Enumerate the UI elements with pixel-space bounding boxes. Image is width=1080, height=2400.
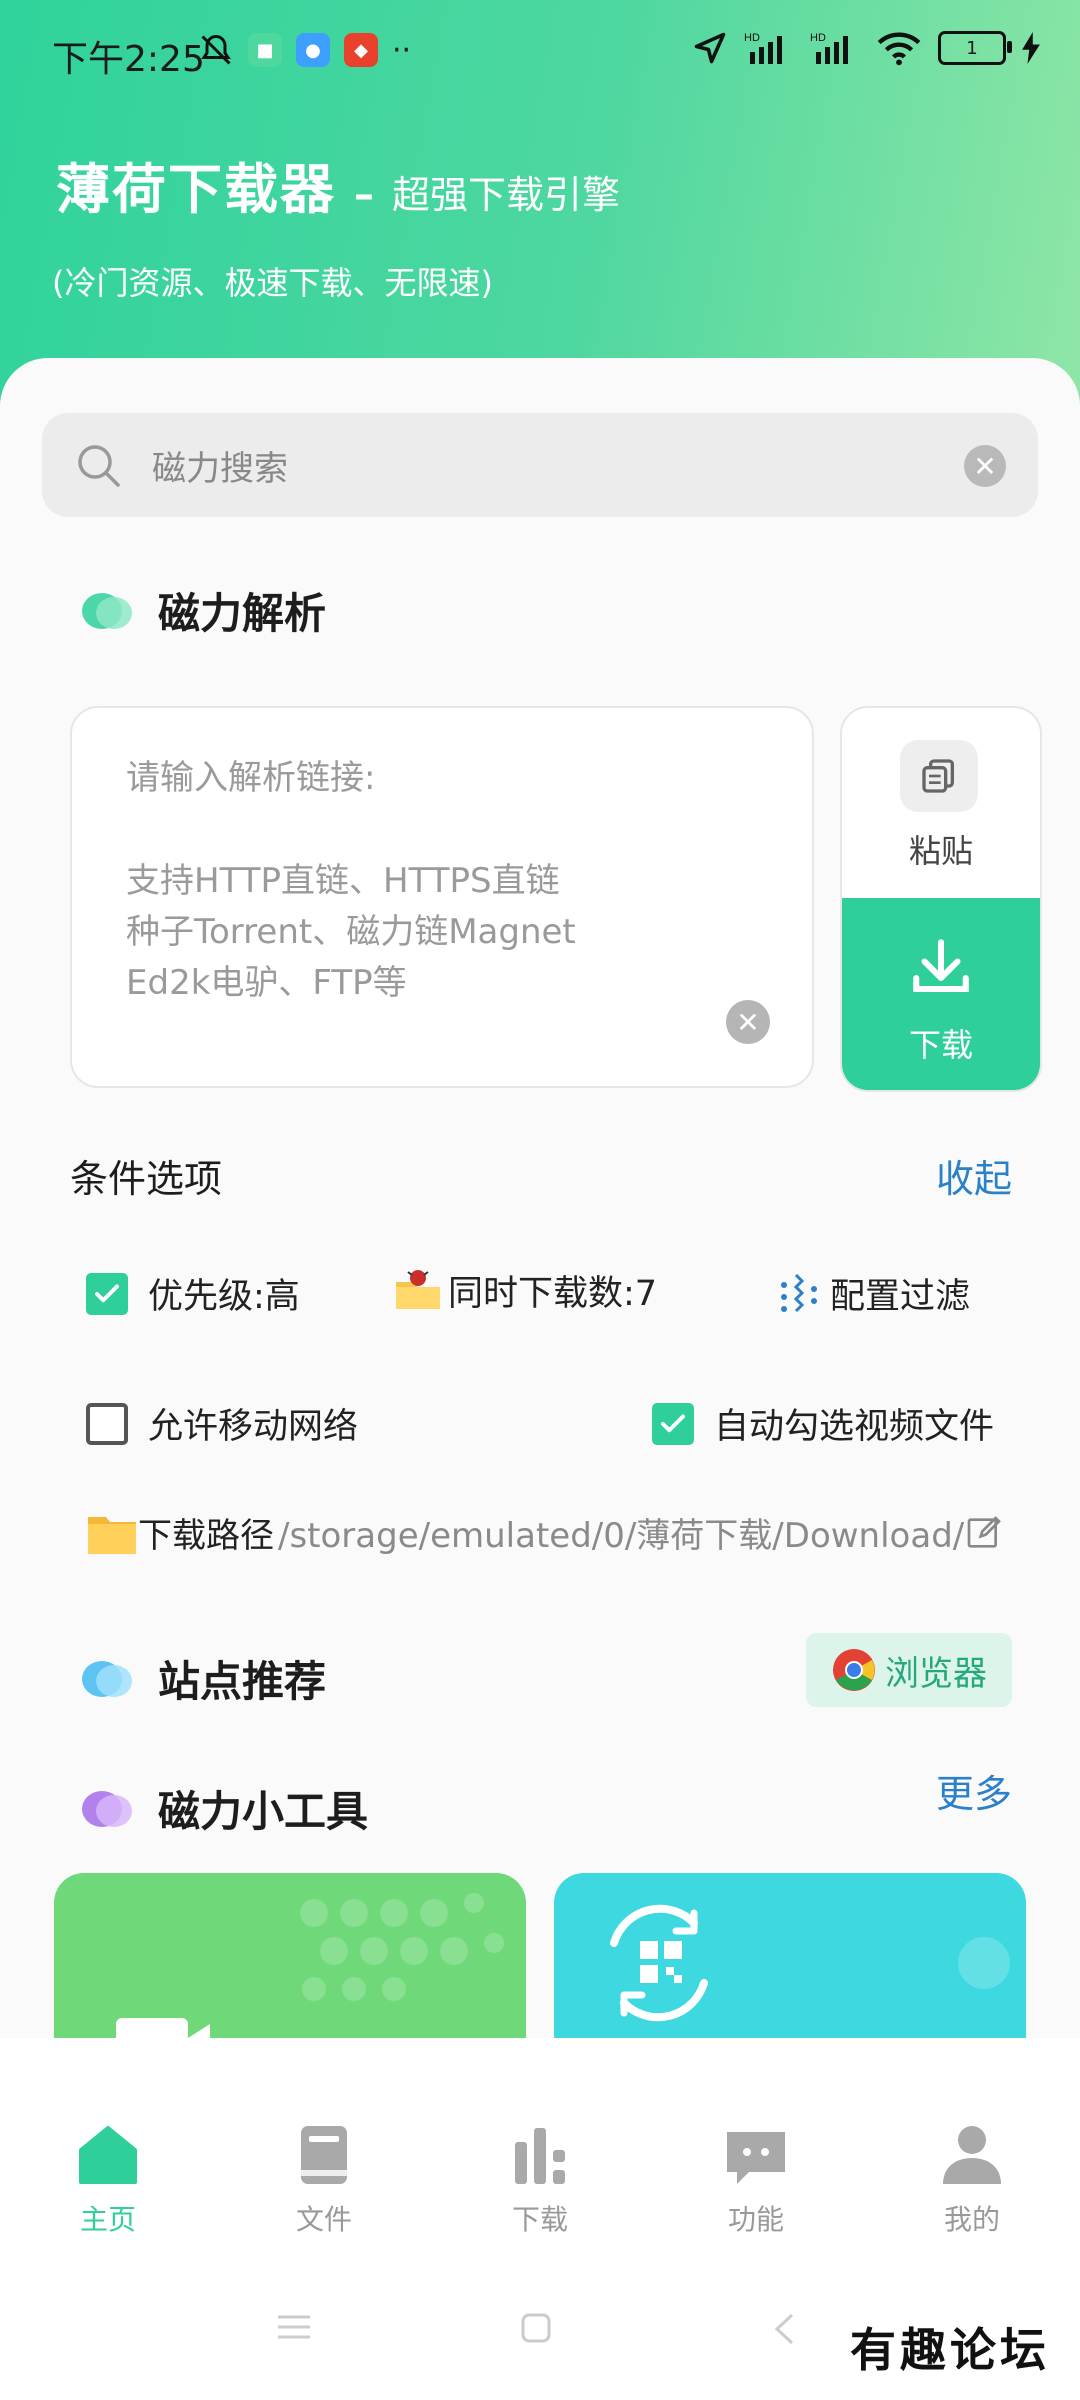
app-notification-icon-1: ■: [248, 33, 282, 67]
purple-blob-icon: [82, 1790, 132, 1827]
support-line: 种子Torrent、磁力链Magnet: [126, 912, 576, 952]
home-nav-icon[interactable]: [520, 2312, 552, 2344]
filter-label: 配置过滤: [830, 1277, 971, 1317]
menu-icon[interactable]: [276, 2312, 312, 2342]
path-label: 下载路径: [138, 1516, 274, 1556]
status-bar: 下午2:25 ■ ● ◆ ·· HD HD 1: [0, 0, 1080, 105]
charging-icon: [1022, 32, 1040, 64]
search-clear-icon[interactable]: ✕: [964, 445, 1006, 487]
signal-hd-icon-1: HD: [744, 32, 782, 64]
wifi-icon: [877, 32, 921, 66]
notification-icons: ■ ● ◆ ··: [198, 32, 411, 68]
section-title: 磁力小工具: [158, 1787, 369, 1836]
auto-select-checkbox[interactable]: [652, 1402, 694, 1445]
nav-label: 文件: [295, 2203, 352, 2236]
system-status: HD HD 1: [692, 30, 1040, 66]
download-icon: [913, 939, 969, 993]
link-input-area[interactable]: 请输入解析链接: 支持HTTP直链、HTTPS直链 种子Torrent、磁力链M…: [70, 706, 814, 1088]
home-icon: [79, 2126, 137, 2184]
svg-text:HD: HD: [744, 32, 760, 44]
app-title-row: 薄荷下载器 – 超强下载引擎: [56, 145, 620, 224]
nav-item-profile[interactable]: 我的: [864, 2038, 1080, 2238]
app-name: 薄荷下载器: [56, 158, 336, 221]
input-prompt: 请输入解析链接:: [126, 758, 376, 798]
blue-blob-icon: [82, 1660, 132, 1697]
paste-icon: [900, 740, 978, 812]
download-label: 下载: [908, 1026, 973, 1064]
priority-label: 优先级:高: [148, 1277, 300, 1317]
chrome-icon: [833, 1649, 875, 1691]
filter-icon: [781, 1273, 817, 1312]
app-notification-icon-2: ●: [296, 33, 330, 67]
sites-header: 站点推荐: [80, 1648, 326, 1709]
search-icon: [78, 445, 120, 487]
nav-label: 下载: [511, 2203, 568, 2236]
nav-item-downloads[interactable]: 下载: [432, 2038, 648, 2238]
signal-hd-icon-2: HD: [810, 32, 848, 64]
paste-button[interactable]: 粘贴: [842, 708, 1040, 898]
magnet-parse-header: 磁力解析: [80, 580, 326, 641]
back-icon[interactable]: [772, 2312, 796, 2346]
tools-header: 磁力小工具: [80, 1778, 368, 1839]
input-clear-icon[interactable]: ✕: [726, 1000, 770, 1044]
green-blob-icon: [82, 592, 132, 629]
title-dash: –: [354, 172, 374, 218]
bars-icon: [515, 2128, 565, 2184]
header-banner: 下午2:25 ■ ● ◆ ·· HD HD 1 薄荷下载器 – 超强下载引擎 (…: [0, 0, 1080, 420]
download-path-row[interactable]: 下载路径 /storage/emulated/0/薄荷下载/Download/: [86, 1508, 1004, 1557]
concurrent-option[interactable]: 同时下载数:7: [392, 1264, 657, 1316]
nav-item-home[interactable]: 主页: [0, 2038, 216, 2238]
search-input[interactable]: 磁力搜索: [152, 441, 288, 490]
collapse-link[interactable]: 收起: [936, 1148, 1012, 1203]
support-line: Ed2k电驴、FTP等: [126, 963, 407, 1003]
mute-bell-icon: [201, 34, 231, 65]
browser-label: 浏览器: [885, 1653, 987, 1694]
more-link[interactable]: 更多: [936, 1763, 1012, 1818]
auto-select-label: 自动勾选视频文件: [714, 1407, 995, 1447]
battery-icon: 1: [938, 31, 1012, 65]
location-icon: [694, 32, 726, 64]
section-title: 磁力解析: [158, 589, 327, 638]
mobile-network-checkbox[interactable]: [86, 1402, 128, 1445]
nav-label: 我的: [943, 2203, 1000, 2236]
priority-option[interactable]: 优先级:高: [86, 1268, 300, 1319]
edit-icon[interactable]: [964, 1513, 1004, 1553]
section-title: 站点推荐: [158, 1657, 327, 1706]
user-icon: [943, 2126, 1001, 2184]
nav-item-features[interactable]: 功能: [648, 2038, 864, 2238]
browser-button[interactable]: 浏览器: [806, 1633, 1012, 1707]
folder-icon: [88, 1516, 136, 1554]
nav-label: 主页: [79, 2203, 136, 2236]
svg-text:HD: HD: [810, 32, 826, 44]
main-content: 磁力搜索 ✕ 磁力解析 请输入解析链接: 支持HTTP直链、HTTPS直链 种子…: [0, 358, 1080, 2073]
nav-item-files[interactable]: 文件: [216, 2038, 432, 2238]
bottom-nav: 主页 文件 下载 功能 我的: [0, 2038, 1080, 2248]
download-button[interactable]: 下载: [842, 898, 1040, 1090]
chat-icon: [727, 2132, 785, 2184]
book-icon: [301, 2126, 347, 2184]
more-notifications-icon: ··: [392, 32, 412, 68]
app-notification-icon-3: ◆: [344, 33, 378, 67]
status-time: 下午2:25: [52, 39, 205, 80]
concurrent-label: 同时下载数:7: [448, 1273, 658, 1314]
app-description: (冷门资源、极速下载、无限速): [52, 264, 493, 302]
support-line: 支持HTTP直链、HTTPS直链: [126, 861, 560, 901]
mobile-network-option[interactable]: 允许移动网络: [86, 1398, 358, 1449]
priority-checkbox[interactable]: [86, 1272, 128, 1315]
action-column: 粘贴 下载: [840, 706, 1042, 1092]
filter-config[interactable]: 配置过滤: [776, 1268, 970, 1319]
nav-label: 功能: [727, 2203, 784, 2236]
folder-bug-icon: [396, 1270, 440, 1309]
watermark: 有趣论坛: [850, 2323, 1050, 2377]
auto-select-option[interactable]: 自动勾选视频文件: [652, 1398, 994, 1449]
mobile-network-label: 允许移动网络: [148, 1407, 359, 1447]
search-bar[interactable]: 磁力搜索 ✕: [42, 413, 1038, 517]
path-value: /storage/emulated/0/薄荷下载/Download/: [278, 1516, 965, 1556]
paste-label: 粘贴: [908, 832, 973, 870]
app-subtitle: 超强下载引擎: [392, 173, 621, 217]
options-title: 条件选项: [70, 1157, 223, 1201]
